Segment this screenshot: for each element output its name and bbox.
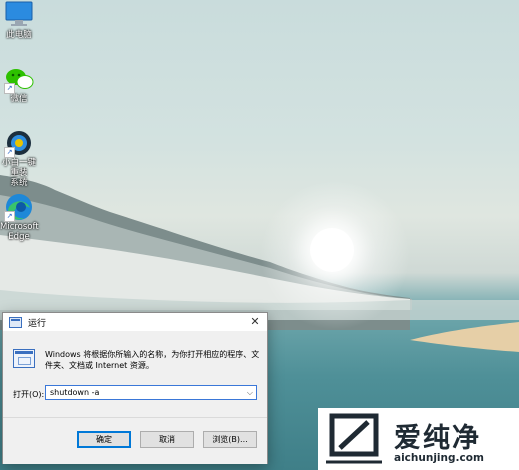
chevron-down-icon[interactable]: ⌵ bbox=[247, 386, 253, 399]
desktop-icon-reinstall-tool[interactable]: ↗ 小白一键重装 系统 bbox=[0, 128, 38, 188]
desktop-icon-label: 微信 bbox=[10, 94, 28, 104]
run-program-icon bbox=[13, 349, 35, 368]
watermark-url: aichunjing.com bbox=[394, 452, 484, 464]
shortcut-arrow-icon: ↗ bbox=[4, 83, 15, 94]
run-dialog: 运行 ✕ Windows 将根据你所输入的名称，为你打开相应的程序、文件夹、文档… bbox=[2, 312, 268, 464]
close-button[interactable]: ✕ bbox=[245, 313, 265, 331]
watermark-brand: 爱纯净 bbox=[394, 423, 481, 454]
wechat-icon: ↗ bbox=[4, 64, 34, 94]
run-dialog-title: 运行 bbox=[28, 318, 47, 329]
desktop-icon-this-pc[interactable]: 此电脑 bbox=[0, 0, 38, 40]
desktop-icon-label-line2: Edge bbox=[8, 232, 30, 242]
desktop-icon-label-line1: Microsoft bbox=[0, 222, 39, 232]
desktop-icon-label: 此电脑 bbox=[6, 30, 32, 40]
shortcut-arrow-icon: ↗ bbox=[4, 147, 15, 158]
browse-button[interactable]: 浏览(B)... bbox=[203, 431, 257, 448]
desktop-icon-label-line1: 小白一键重装 bbox=[1, 158, 36, 178]
edge-icon: ↗ bbox=[4, 192, 34, 222]
desktop-icon-label-line2: 系统 bbox=[10, 178, 28, 188]
watermark: 爱纯净 aichunjing.com bbox=[318, 408, 519, 470]
run-app-icon bbox=[9, 316, 22, 328]
computer-icon bbox=[4, 0, 34, 30]
watermark-logo-icon bbox=[326, 413, 382, 464]
run-description: Windows 将根据你所输入的名称，为你打开相应的程序、文件夹、文档或 Int… bbox=[45, 350, 260, 370]
desktop-icon-wechat[interactable]: ↗ 微信 bbox=[0, 64, 38, 104]
cancel-button[interactable]: 取消 bbox=[140, 431, 194, 448]
run-dialog-titlebar[interactable]: 运行 ✕ bbox=[3, 313, 267, 331]
ok-button[interactable]: 确定 bbox=[77, 431, 131, 448]
open-label: 打开(O): bbox=[13, 390, 45, 399]
shortcut-arrow-icon: ↗ bbox=[4, 211, 15, 222]
open-combobox[interactable]: shutdown -a ⌵ bbox=[45, 385, 257, 400]
open-input[interactable]: shutdown -a bbox=[50, 387, 99, 399]
desktop-icon-edge[interactable]: ↗ Microsoft Edge bbox=[0, 192, 39, 242]
desktop-background: 此电脑 ↗ 微信 ↗ 小白一键重装 系统 ↗ Microsoft Edge 运行… bbox=[0, 0, 519, 470]
reinstall-tool-icon: ↗ bbox=[4, 128, 34, 158]
sun bbox=[310, 228, 354, 272]
